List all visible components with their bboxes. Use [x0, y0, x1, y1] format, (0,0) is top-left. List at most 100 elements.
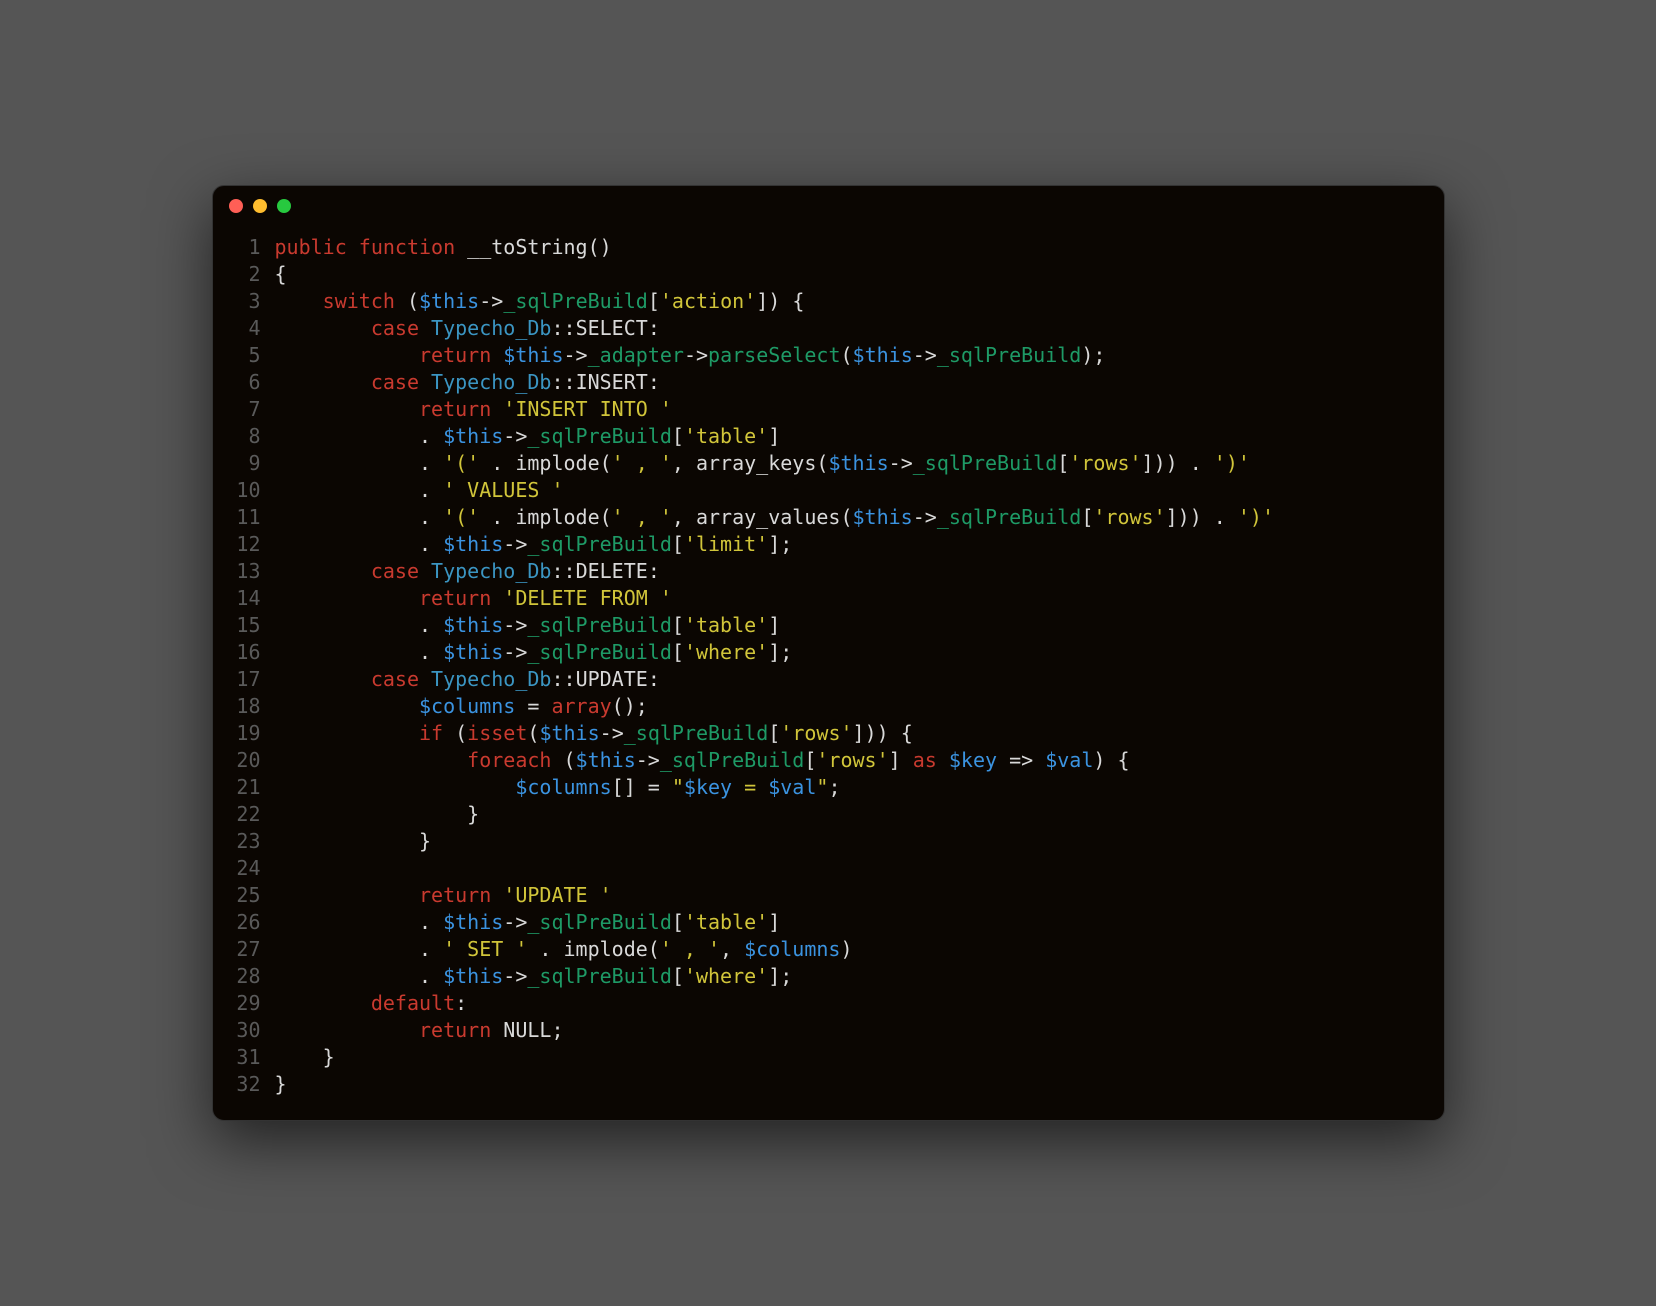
code-content: . $this->_sqlPreBuild['limit'];	[275, 531, 1426, 558]
code-content: . $this->_sqlPreBuild['table']	[275, 612, 1426, 639]
code-line[interactable]: 23 }	[231, 828, 1426, 855]
code-line[interactable]: 31 }	[231, 1044, 1426, 1071]
line-number: 10	[231, 477, 261, 504]
code-content: . $this->_sqlPreBuild['table']	[275, 909, 1426, 936]
line-number: 32	[231, 1071, 261, 1098]
line-number: 24	[231, 855, 261, 882]
code-line[interactable]: 27 . ' SET ' . implode(' , ', $columns)	[231, 936, 1426, 963]
line-number: 25	[231, 882, 261, 909]
code-line[interactable]: 22 }	[231, 801, 1426, 828]
line-number: 13	[231, 558, 261, 585]
code-content: return 'UPDATE '	[275, 882, 1426, 909]
code-content: . $this->_sqlPreBuild['where'];	[275, 639, 1426, 666]
code-content: return NULL;	[275, 1017, 1426, 1044]
code-line[interactable]: 2{	[231, 261, 1426, 288]
code-line[interactable]: 6 case Typecho_Db::INSERT:	[231, 369, 1426, 396]
code-line[interactable]: 21 $columns[] = "$key = $val";	[231, 774, 1426, 801]
code-content: case Typecho_Db::DELETE:	[275, 558, 1426, 585]
code-content: public function __toString()	[275, 234, 1426, 261]
line-number: 5	[231, 342, 261, 369]
code-line[interactable]: 26 . $this->_sqlPreBuild['table']	[231, 909, 1426, 936]
code-content: return 'DELETE FROM '	[275, 585, 1426, 612]
code-content: . $this->_sqlPreBuild['where'];	[275, 963, 1426, 990]
line-number: 17	[231, 666, 261, 693]
code-line[interactable]: 18 $columns = array();	[231, 693, 1426, 720]
line-number: 30	[231, 1017, 261, 1044]
line-number: 18	[231, 693, 261, 720]
code-editor[interactable]: 1public function __toString()2{3 switch …	[213, 226, 1444, 1120]
code-line[interactable]: 25 return 'UPDATE '	[231, 882, 1426, 909]
line-number: 2	[231, 261, 261, 288]
code-content: }	[275, 801, 1426, 828]
line-number: 20	[231, 747, 261, 774]
code-content: if (isset($this->_sqlPreBuild['rows'])) …	[275, 720, 1426, 747]
line-number: 4	[231, 315, 261, 342]
line-number: 31	[231, 1044, 261, 1071]
line-number: 14	[231, 585, 261, 612]
zoom-icon[interactable]	[277, 199, 291, 213]
line-number: 28	[231, 963, 261, 990]
code-content: case Typecho_Db::INSERT:	[275, 369, 1426, 396]
code-content	[275, 855, 1426, 882]
line-number: 23	[231, 828, 261, 855]
code-line[interactable]: 1 public function __toString()	[231, 234, 1426, 261]
close-icon[interactable]	[229, 199, 243, 213]
code-line[interactable]: 10 . ' VALUES '	[231, 477, 1426, 504]
code-line[interactable]: 15 . $this->_sqlPreBuild['table']	[231, 612, 1426, 639]
code-content: }	[275, 1044, 1426, 1071]
code-line[interactable]: 8 . $this->_sqlPreBuild['table']	[231, 423, 1426, 450]
code-line[interactable]: 14 return 'DELETE FROM '	[231, 585, 1426, 612]
code-line[interactable]: 4 case Typecho_Db::SELECT:	[231, 315, 1426, 342]
code-content: . ' SET ' . implode(' , ', $columns)	[275, 936, 1426, 963]
code-content: . '(' . implode(' , ', array_keys($this-…	[275, 450, 1426, 477]
code-content: foreach ($this->_sqlPreBuild['rows'] as …	[275, 747, 1426, 774]
screenshot-root: 1public function __toString()2{3 switch …	[0, 0, 1656, 1306]
code-line[interactable]: 17 case Typecho_Db::UPDATE:	[231, 666, 1426, 693]
line-number: 29	[231, 990, 261, 1017]
code-content: . ' VALUES '	[275, 477, 1426, 504]
line-number: 22	[231, 801, 261, 828]
code-content: {	[275, 261, 1426, 288]
line-number: 6	[231, 369, 261, 396]
code-content: $columns[] = "$key = $val";	[275, 774, 1426, 801]
line-number: 19	[231, 720, 261, 747]
line-number: 9	[231, 450, 261, 477]
code-line[interactable]: 13 case Typecho_Db::DELETE:	[231, 558, 1426, 585]
minimize-icon[interactable]	[253, 199, 267, 213]
code-content: }	[275, 1071, 1426, 1098]
code-line[interactable]: 24	[231, 855, 1426, 882]
code-content: default:	[275, 990, 1426, 1017]
code-line[interactable]: 20 foreach ($this->_sqlPreBuild['rows'] …	[231, 747, 1426, 774]
code-content: switch ($this->_sqlPreBuild['action']) {	[275, 288, 1426, 315]
line-number: 7	[231, 396, 261, 423]
code-line[interactable]: 3 switch ($this->_sqlPreBuild['action'])…	[231, 288, 1426, 315]
editor-window: 1public function __toString()2{3 switch …	[212, 185, 1445, 1121]
code-content: . '(' . implode(' , ', array_values($thi…	[275, 504, 1426, 531]
line-number: 12	[231, 531, 261, 558]
titlebar	[213, 186, 1444, 226]
code-line[interactable]: 9 . '(' . implode(' , ', array_keys($thi…	[231, 450, 1426, 477]
code-content: $columns = array();	[275, 693, 1426, 720]
code-line[interactable]: 5 return $this->_adapter->parseSelect($t…	[231, 342, 1426, 369]
line-number: 1	[231, 234, 261, 261]
line-number: 27	[231, 936, 261, 963]
line-number: 21	[231, 774, 261, 801]
line-number: 8	[231, 423, 261, 450]
line-number: 26	[231, 909, 261, 936]
code-line[interactable]: 29 default:	[231, 990, 1426, 1017]
code-line[interactable]: 12 . $this->_sqlPreBuild['limit'];	[231, 531, 1426, 558]
line-number: 11	[231, 504, 261, 531]
code-content: case Typecho_Db::UPDATE:	[275, 666, 1426, 693]
code-line[interactable]: 7 return 'INSERT INTO '	[231, 396, 1426, 423]
code-content: return 'INSERT INTO '	[275, 396, 1426, 423]
code-content: case Typecho_Db::SELECT:	[275, 315, 1426, 342]
code-line[interactable]: 28 . $this->_sqlPreBuild['where'];	[231, 963, 1426, 990]
code-content: return $this->_adapter->parseSelect($thi…	[275, 342, 1426, 369]
line-number: 16	[231, 639, 261, 666]
code-line[interactable]: 30 return NULL;	[231, 1017, 1426, 1044]
code-line[interactable]: 11 . '(' . implode(' , ', array_values($…	[231, 504, 1426, 531]
code-line[interactable]: 19 if (isset($this->_sqlPreBuild['rows']…	[231, 720, 1426, 747]
code-line[interactable]: 32}	[231, 1071, 1426, 1098]
line-number: 15	[231, 612, 261, 639]
code-line[interactable]: 16 . $this->_sqlPreBuild['where'];	[231, 639, 1426, 666]
